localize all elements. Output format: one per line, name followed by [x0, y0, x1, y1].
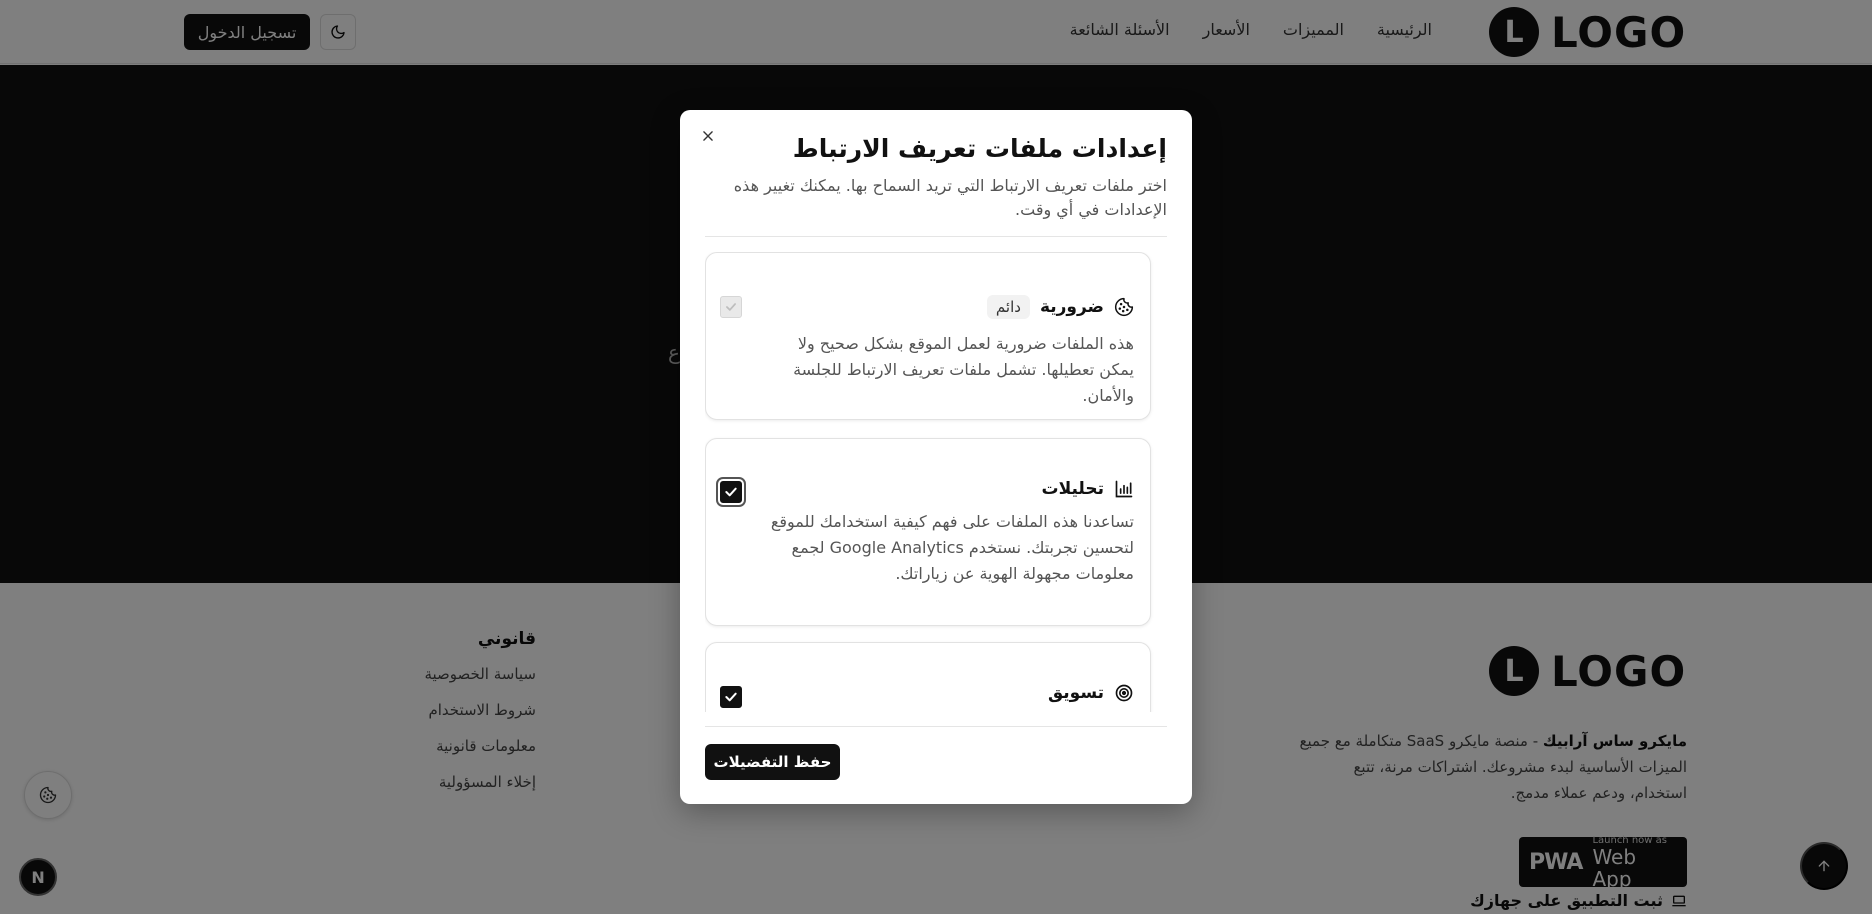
- divider: [705, 236, 1167, 237]
- necessary-checkbox: [720, 296, 742, 318]
- category-description: هذه الملفات ضرورية لعمل الموقع بشكل صحيح…: [793, 334, 1134, 405]
- check-icon: [726, 303, 736, 311]
- analytics-checkbox[interactable]: [716, 477, 746, 507]
- cookie-categories-list[interactable]: ضرورية دائم هذه الملفات ضرورية لعمل المو…: [705, 252, 1167, 712]
- check-icon: [725, 487, 737, 497]
- close-button[interactable]: [696, 124, 720, 148]
- save-preferences-button[interactable]: حفظ التفضيلات: [705, 744, 840, 780]
- bar-chart-icon: [1115, 480, 1133, 498]
- category-card-necessary: ضرورية دائم هذه الملفات ضرورية لعمل المو…: [705, 252, 1151, 420]
- cookie-icon: [1114, 297, 1134, 317]
- category-card-marketing: تسويق: [705, 642, 1151, 712]
- target-icon: [1115, 684, 1133, 702]
- check-icon: [725, 692, 737, 702]
- dialog-description: اختر ملفات تعريف الارتباط التي تريد السم…: [733, 176, 1167, 219]
- always-on-badge: دائم: [986, 295, 1030, 319]
- category-title: تحليلات: [1041, 479, 1104, 499]
- category-description: تساعدنا هذه الملفات على فهم كيفية استخدا…: [770, 512, 1134, 583]
- close-icon: [703, 131, 713, 141]
- divider: [705, 726, 1167, 727]
- category-card-analytics: تحليلات تساعدنا هذه الملفات على فهم كيفي…: [705, 438, 1151, 626]
- marketing-checkbox[interactable]: [720, 686, 742, 708]
- category-title: ضرورية: [1039, 297, 1104, 317]
- cookie-settings-dialog: إعدادات ملفات تعريف الارتباط اختر ملفات …: [680, 110, 1192, 804]
- category-title: تسويق: [1047, 683, 1104, 703]
- dialog-title: إعدادات ملفات تعريف الارتباط: [792, 134, 1167, 163]
